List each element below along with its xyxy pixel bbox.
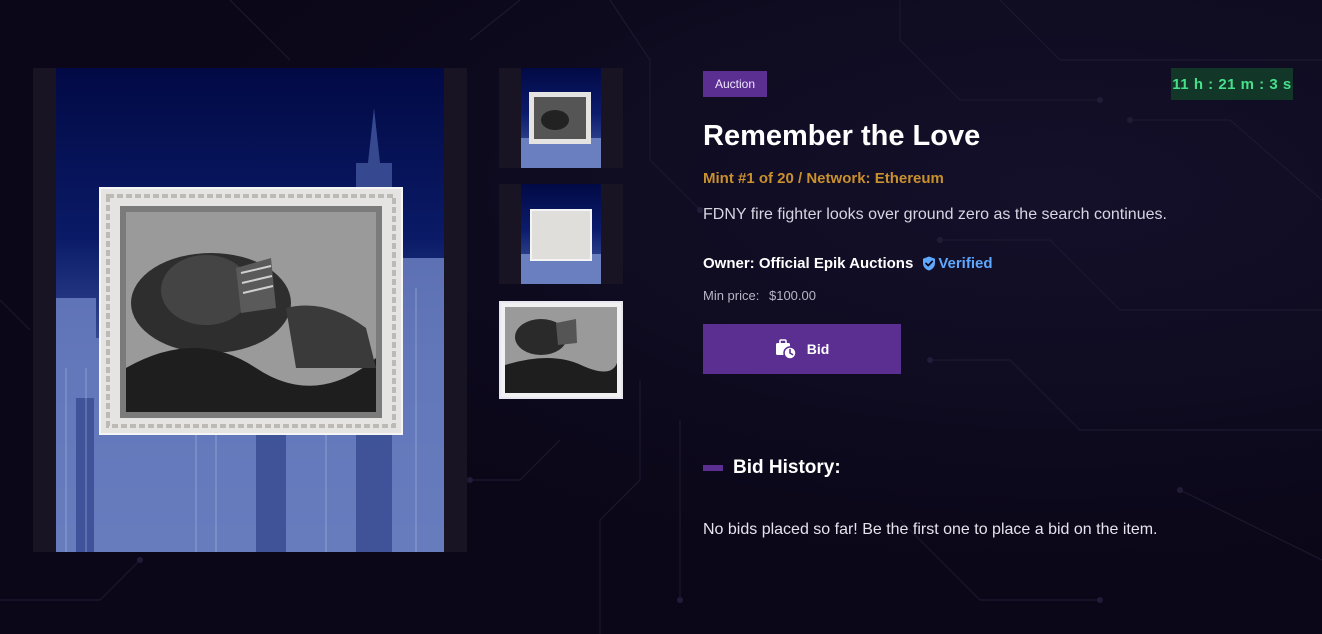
briefcase-clock-icon (775, 339, 797, 360)
thumbnail-1-image (521, 68, 601, 168)
thumbnail-3-image (501, 303, 621, 397)
min-price-label: Min price: (703, 288, 760, 303)
countdown-timer: 11 h : 21 m : 3 s (1171, 68, 1293, 100)
item-description: FDNY fire fighter looks over ground zero… (703, 206, 1167, 223)
owner-row: Owner: Official Epik Auctions Verified (703, 255, 993, 272)
heading-accent-bar (703, 465, 723, 471)
bid-history-heading: Bid History: (703, 457, 841, 479)
auction-badge: Auction (703, 71, 768, 97)
thumbnail-3[interactable] (499, 301, 623, 399)
min-price-row: Min price: $100.00 (703, 288, 816, 303)
owner-label[interactable]: Owner: Official Epik Auctions (703, 255, 913, 272)
verified-badge: Verified (922, 255, 993, 272)
thumbnail-2-image (521, 184, 601, 284)
bid-history-title: Bid History: (733, 457, 841, 478)
main-artwork-image (56, 68, 444, 552)
page: Auction 11 h : 21 m : 3 s Remember the L… (0, 0, 1322, 634)
verified-label: Verified (938, 255, 993, 272)
bid-button[interactable]: Bid (703, 324, 901, 374)
main-artwork-panel[interactable] (33, 68, 467, 552)
shield-check-icon (923, 256, 936, 271)
thumbnail-1[interactable] (499, 68, 623, 168)
thumbnail-2[interactable] (499, 184, 623, 284)
mint-network-info: Mint #1 of 20 / Network: Ethereum (703, 170, 944, 187)
bid-history-empty-message: No bids placed so far! Be the first one … (703, 521, 1158, 538)
item-title: Remember the Love (703, 120, 981, 152)
min-price-value: $100.00 (768, 288, 816, 303)
bid-button-label: Bid (806, 341, 830, 357)
